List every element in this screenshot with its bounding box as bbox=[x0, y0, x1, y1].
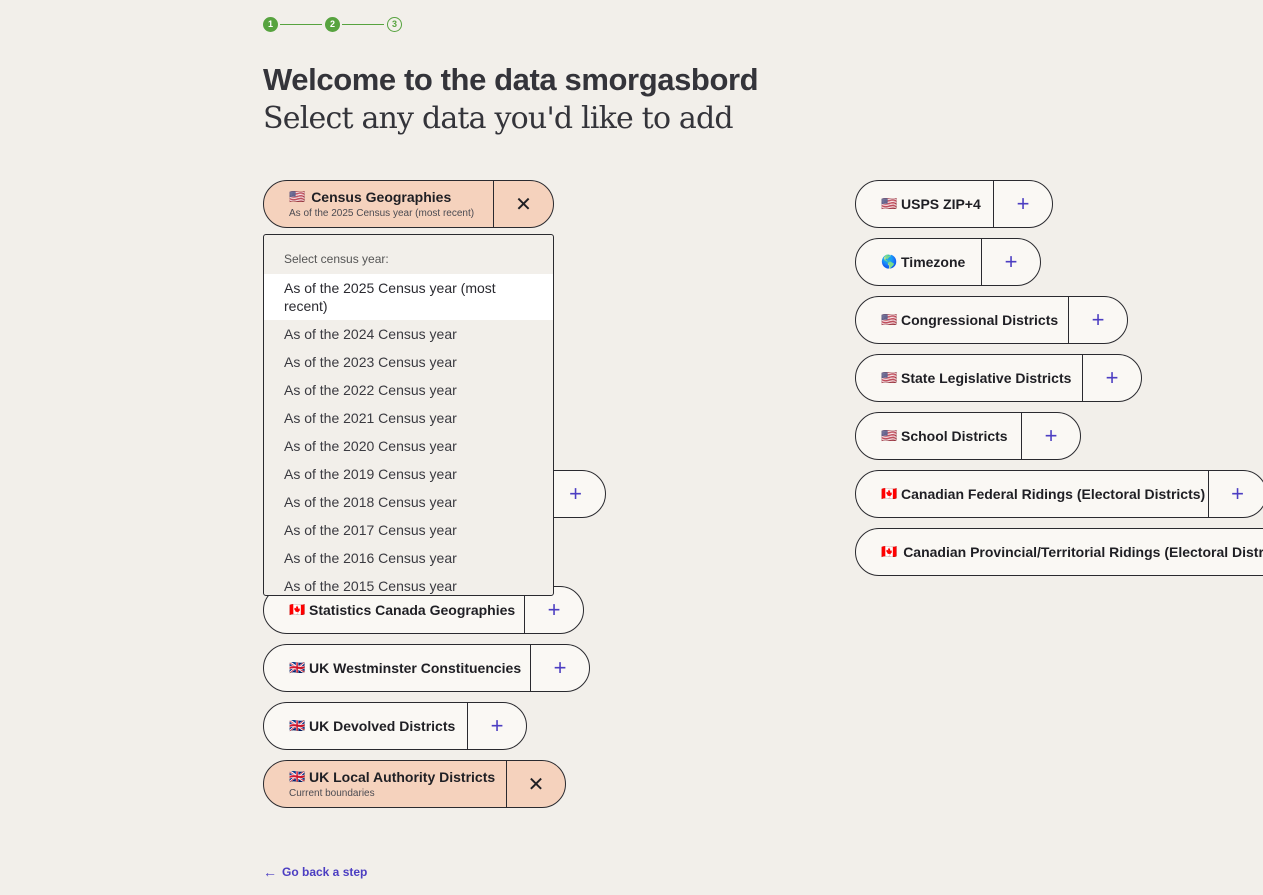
option-label: State Legislative Districts bbox=[901, 370, 1072, 386]
uk-westminster-constituencies-label[interactable]: 🇬🇧 UK Westminster Constituencies bbox=[264, 645, 531, 691]
us-flag-icon: 🇺🇸 bbox=[289, 189, 306, 204]
plus-icon: + bbox=[553, 655, 567, 680]
plus-icon: + bbox=[569, 481, 582, 506]
census-year-dropdown-label: Select census year: bbox=[284, 252, 389, 266]
canadian-federal-ridings-label[interactable]: 🇨🇦 Canadian Federal Ridings (Electoral Di… bbox=[856, 471, 1209, 517]
close-icon: ✕ bbox=[515, 193, 532, 216]
census-year-option[interactable]: As of the 2023 Census year bbox=[264, 348, 553, 376]
census-year-dropdown[interactable]: Select census year: As of the 2025 Censu… bbox=[263, 234, 554, 596]
timezone-label[interactable]: 🌎 Timezone bbox=[856, 239, 982, 285]
progress-stepper: 1 2 3 bbox=[263, 16, 403, 32]
globe-icon: 🌎 bbox=[881, 254, 898, 269]
us-flag-icon: 🇺🇸 bbox=[881, 196, 898, 211]
add-school-districts-button[interactable]: + bbox=[1022, 413, 1080, 459]
census-year-option[interactable]: As of the 2025 Census year (most recent) bbox=[264, 274, 553, 320]
canadian-federal-ridings-option: 🇨🇦 Canadian Federal Ridings (Electoral Di… bbox=[855, 470, 1263, 518]
plus-icon: + bbox=[1105, 365, 1119, 390]
page-subtitle: Select any data you'd like to add bbox=[263, 101, 734, 136]
remove-uk-local-authority-districts-button[interactable]: ✕ bbox=[507, 761, 565, 807]
canada-flag-icon: 🇨🇦 bbox=[881, 486, 898, 501]
add-congressional-districts-button[interactable]: + bbox=[1069, 297, 1127, 343]
option-label: Statistics Canada Geographies bbox=[309, 602, 516, 618]
plus-icon: + bbox=[547, 597, 561, 622]
step-3-indicator: 3 bbox=[387, 17, 402, 32]
add-state-legislative-districts-button[interactable]: + bbox=[1083, 355, 1141, 401]
option-label: Congressional Districts bbox=[901, 312, 1059, 328]
option-label: Canadian Federal Ridings (Electoral Dist… bbox=[901, 486, 1206, 502]
add-usps-zip4-button[interactable]: + bbox=[994, 181, 1052, 227]
add-uk-westminster-constituencies-button[interactable]: + bbox=[531, 645, 589, 691]
option-label: Canadian Provincial/Territorial Ridings … bbox=[903, 544, 1263, 560]
add-timezone-button[interactable]: + bbox=[982, 239, 1040, 285]
census-year-option[interactable]: As of the 2019 Census year bbox=[264, 460, 553, 488]
step-2-indicator: 2 bbox=[325, 17, 340, 32]
usps-zip4-option: 🇺🇸 USPS ZIP+4 + bbox=[855, 180, 1053, 228]
page-title: Welcome to the data smorgasbord bbox=[263, 62, 759, 97]
congressional-districts-label[interactable]: 🇺🇸 Congressional Districts bbox=[856, 297, 1069, 343]
uk-local-authority-districts-option: 🇬🇧 UK Local Authority Districts Current b… bbox=[263, 760, 566, 808]
option-label: UK Devolved Districts bbox=[309, 718, 456, 734]
option-label: Timezone bbox=[901, 254, 966, 270]
us-flag-icon: 🇺🇸 bbox=[881, 370, 898, 385]
option-label: UK Local Authority Districts bbox=[309, 769, 496, 785]
option-sublabel: As of the 2025 Census year (most recent) bbox=[289, 208, 475, 219]
uk-devolved-districts-label[interactable]: 🇬🇧 UK Devolved Districts bbox=[264, 703, 468, 749]
state-legislative-districts-label[interactable]: 🇺🇸 State Legislative Districts bbox=[856, 355, 1083, 401]
add-uk-devolved-districts-button[interactable]: + bbox=[468, 703, 526, 749]
uk-flag-icon: 🇬🇧 bbox=[289, 660, 306, 675]
census-year-option[interactable]: As of the 2018 Census year bbox=[264, 488, 553, 516]
option-label: USPS ZIP+4 bbox=[901, 196, 981, 212]
plus-icon: + bbox=[1044, 423, 1058, 448]
step-connector bbox=[342, 24, 384, 25]
remove-census-geographies-button[interactable]: ✕ bbox=[494, 181, 553, 227]
school-districts-label[interactable]: 🇺🇸 School Districts bbox=[856, 413, 1022, 459]
census-year-option[interactable]: As of the 2016 Census year bbox=[264, 544, 553, 572]
uk-flag-icon: 🇬🇧 bbox=[289, 769, 306, 784]
canada-flag-icon: 🇨🇦 bbox=[881, 544, 898, 559]
step-1-indicator: 1 bbox=[263, 17, 278, 32]
plus-icon: + bbox=[490, 713, 504, 738]
census-year-option[interactable]: As of the 2017 Census year bbox=[264, 516, 553, 544]
plus-icon: + bbox=[1004, 249, 1018, 274]
state-legislative-districts-option: 🇺🇸 State Legislative Districts + bbox=[855, 354, 1142, 402]
usps-zip4-label[interactable]: 🇺🇸 USPS ZIP+4 bbox=[856, 181, 994, 227]
uk-devolved-districts-option: 🇬🇧 UK Devolved Districts + bbox=[263, 702, 527, 750]
census-year-option[interactable]: As of the 2020 Census year bbox=[264, 432, 553, 460]
census-year-option[interactable]: As of the 2024 Census year bbox=[264, 320, 553, 348]
uk-flag-icon: 🇬🇧 bbox=[289, 718, 306, 733]
census-year-option[interactable]: As of the 2022 Census year bbox=[264, 376, 553, 404]
census-geographies-option: 🇺🇸 Census Geographies As of the 2025 Cens… bbox=[263, 180, 554, 228]
canadian-provincial-ridings-label[interactable]: 🇨🇦 Canadian Provincial/Territorial Riding… bbox=[856, 529, 1263, 575]
close-icon: ✕ bbox=[527, 773, 545, 796]
add-hidden-option-button[interactable]: + bbox=[546, 471, 605, 517]
step-connector bbox=[280, 24, 322, 25]
option-sublabel: Current boundaries bbox=[289, 788, 375, 799]
census-geographies-select[interactable]: 🇺🇸 Census Geographies As of the 2025 Cens… bbox=[264, 181, 494, 227]
timezone-option: 🌎 Timezone + bbox=[855, 238, 1041, 286]
uk-local-authority-districts-select[interactable]: 🇬🇧 UK Local Authority Districts Current b… bbox=[264, 761, 507, 807]
plus-icon: + bbox=[1016, 191, 1030, 216]
option-label: School Districts bbox=[901, 428, 1008, 444]
go-back-link[interactable]: ← Go back a step bbox=[263, 864, 367, 880]
census-year-option[interactable]: As of the 2021 Census year bbox=[264, 404, 553, 432]
arrow-left-icon: ← bbox=[263, 864, 277, 880]
canada-flag-icon: 🇨🇦 bbox=[289, 602, 306, 617]
plus-icon: + bbox=[1091, 307, 1105, 332]
option-label: Census Geographies bbox=[311, 189, 452, 205]
plus-icon: + bbox=[1231, 481, 1244, 506]
census-year-option[interactable]: As of the 2015 Census year bbox=[264, 572, 553, 595]
uk-westminster-constituencies-option: 🇬🇧 UK Westminster Constituencies + bbox=[263, 644, 590, 692]
option-label: UK Westminster Constituencies bbox=[309, 660, 522, 676]
go-back-label: Go back a step bbox=[282, 865, 368, 879]
school-districts-option: 🇺🇸 School Districts + bbox=[855, 412, 1081, 460]
add-canadian-federal-ridings-button[interactable]: + bbox=[1209, 471, 1263, 517]
congressional-districts-option: 🇺🇸 Congressional Districts + bbox=[855, 296, 1128, 344]
us-flag-icon: 🇺🇸 bbox=[881, 428, 898, 443]
canadian-provincial-ridings-option: 🇨🇦 Canadian Provincial/Territorial Riding… bbox=[855, 528, 1263, 576]
us-flag-icon: 🇺🇸 bbox=[881, 312, 898, 327]
